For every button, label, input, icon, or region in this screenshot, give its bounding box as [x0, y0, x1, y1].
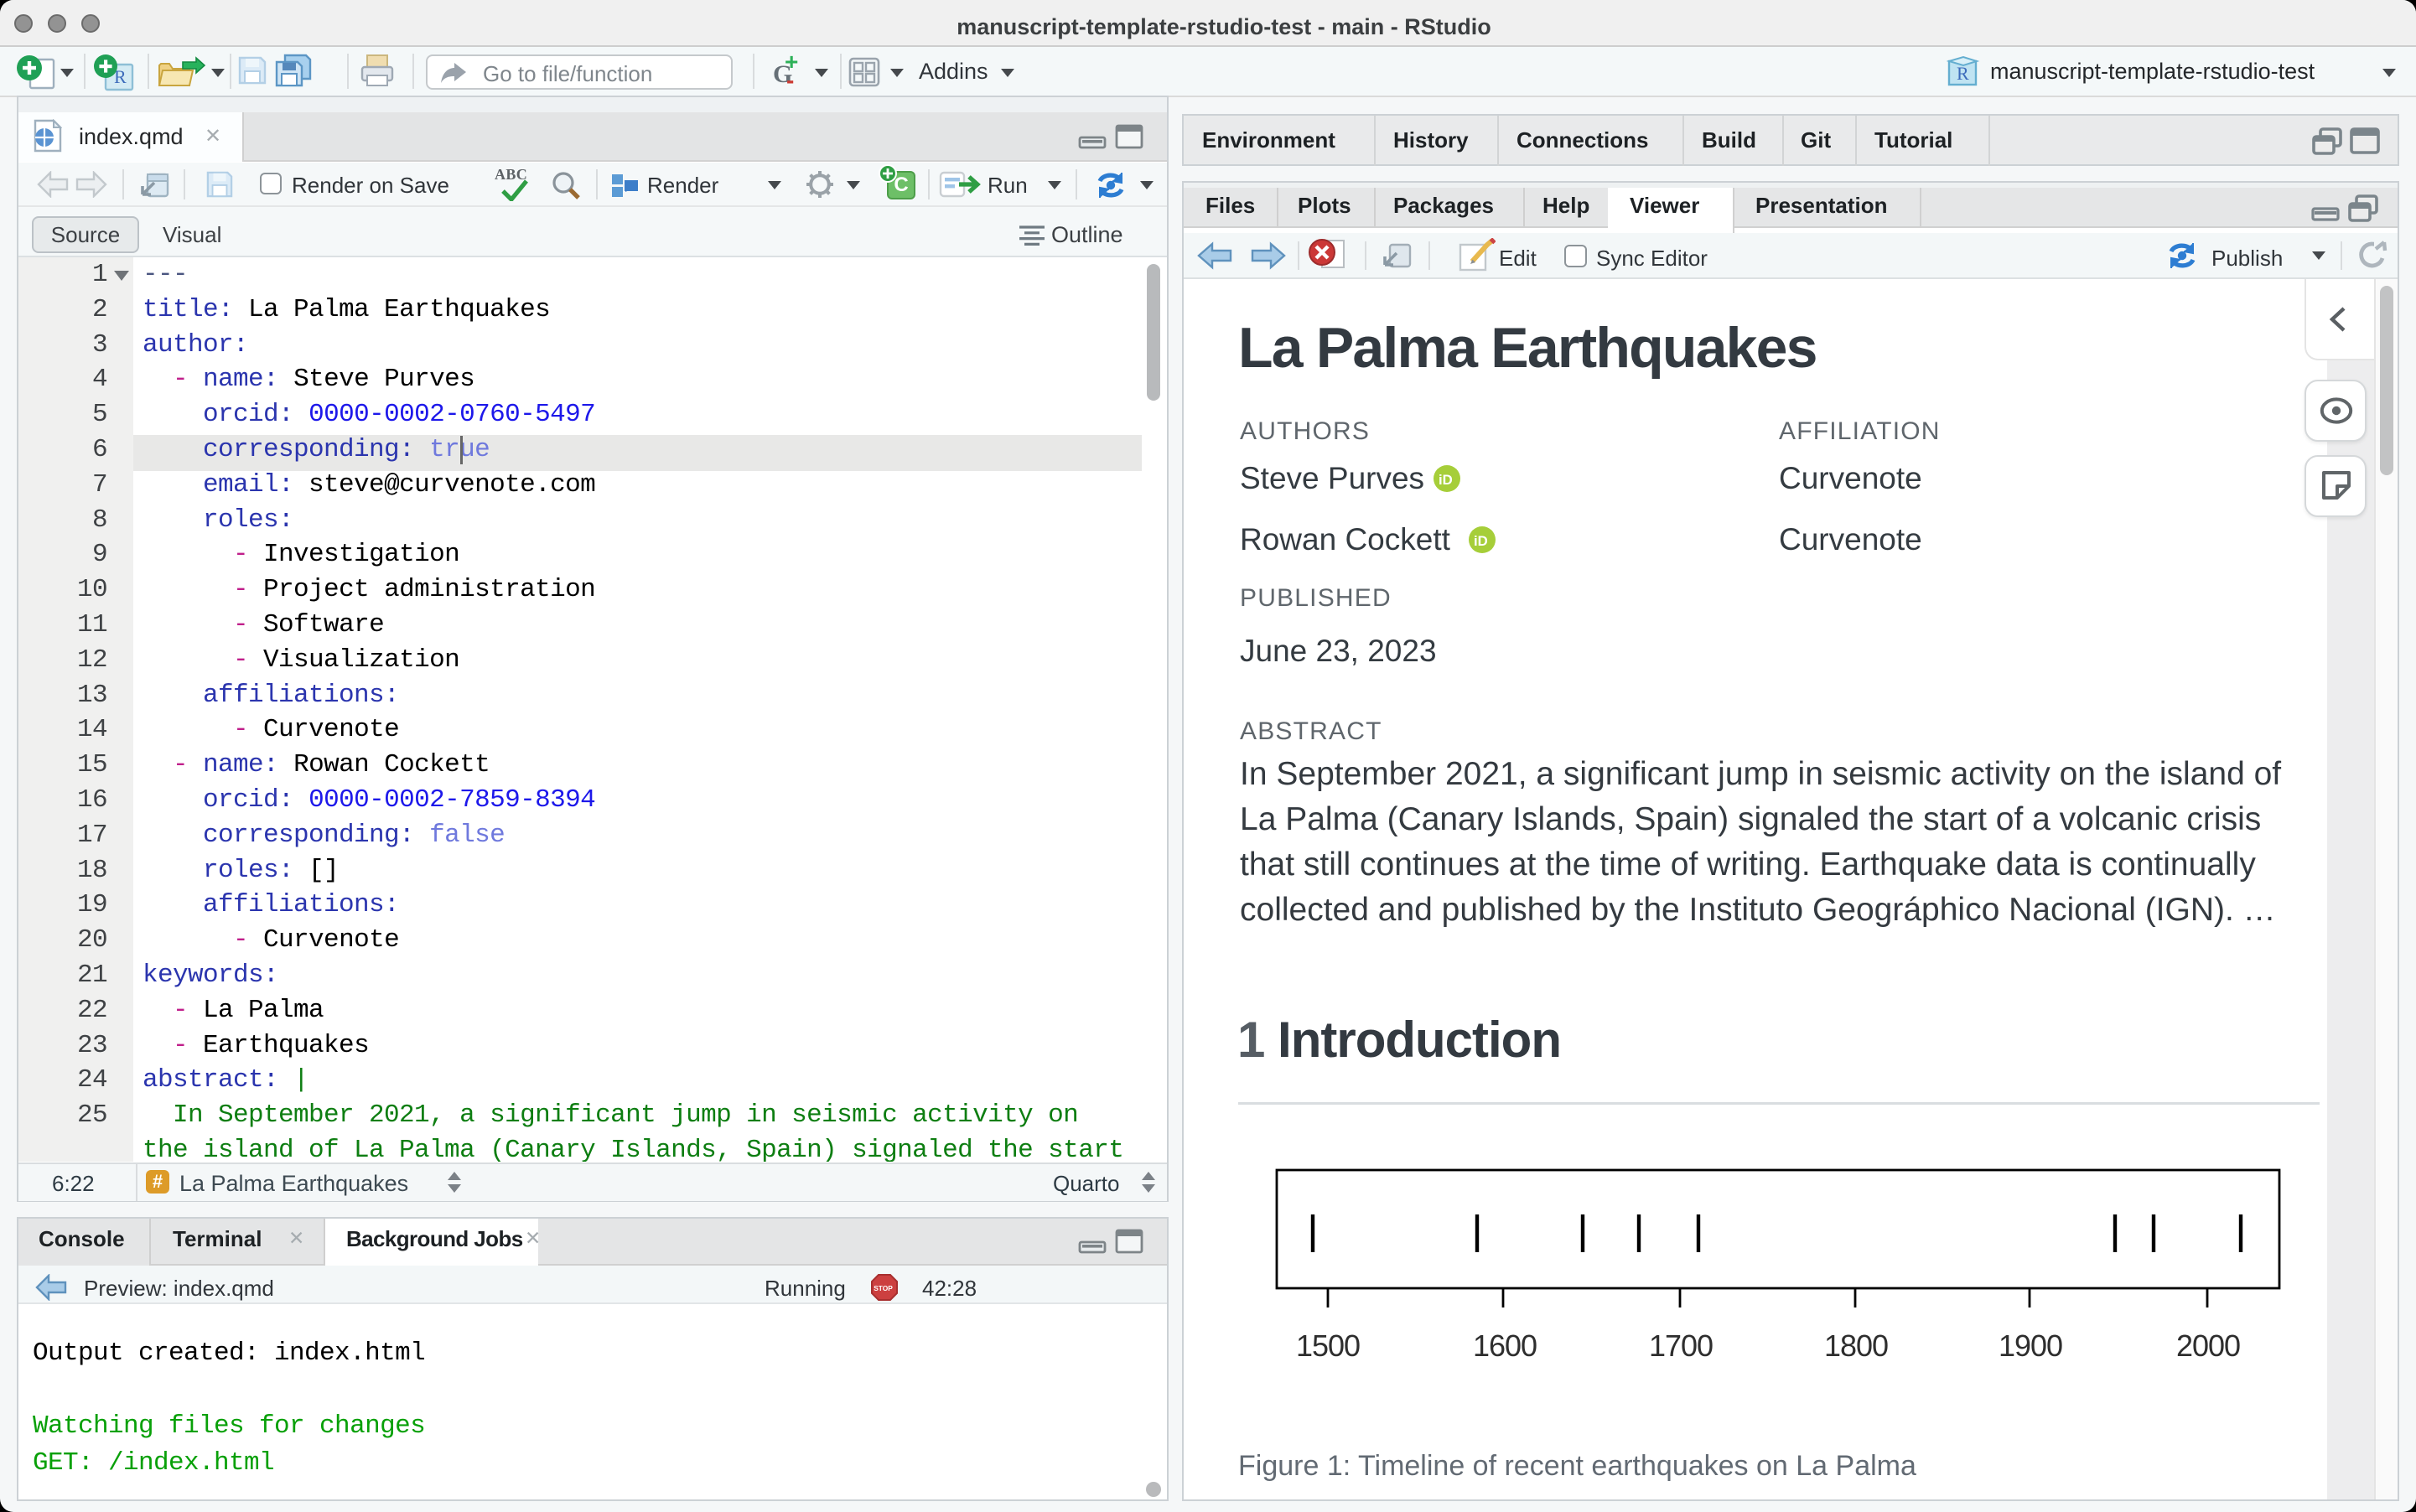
svg-text:iD: iD [1439, 472, 1453, 488]
svg-text:iD: iD [1474, 533, 1488, 549]
svg-text:R: R [1957, 63, 1969, 84]
svg-text:STOP: STOP [874, 1284, 893, 1292]
